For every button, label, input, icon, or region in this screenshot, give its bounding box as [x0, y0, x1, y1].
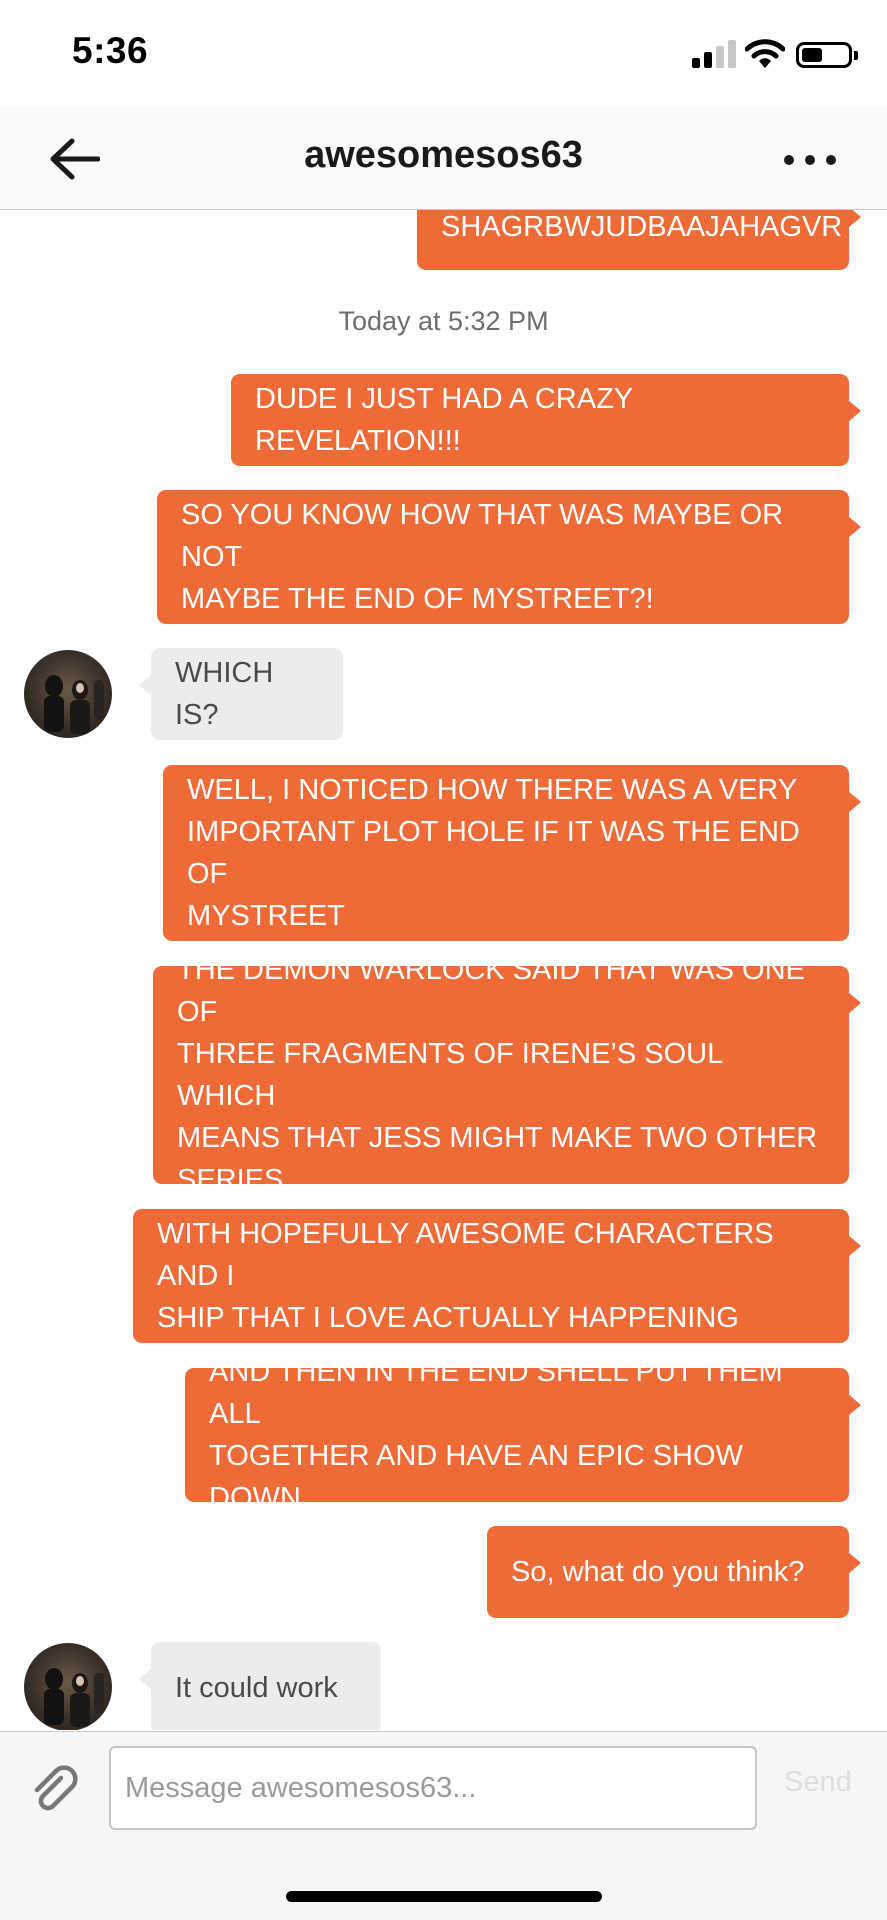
message-text: MAYBE THE END OF MYSTREET?!: [181, 583, 654, 615]
message-sent[interactable]: AND THEN IN THE END SHELL PUT THEM ALL T…: [185, 1356, 861, 1514]
message-text: AND THEN IN THE END SHELL PUT THEM ALL: [209, 1356, 783, 1430]
battery-level: [802, 48, 822, 62]
message-sent[interactable]: SO YOU KNOW HOW THAT WAS MAYBE OR NOT MA…: [157, 490, 861, 624]
message-text: DUDE I JUST HAD A CRAZY REVELATION!!!: [255, 383, 633, 457]
message-received[interactable]: WHICH IS?: [139, 648, 343, 740]
chat-screen: SHAGRBWJUDBAAJAHAGVR Today at 5:32 PM DU…: [0, 0, 887, 1920]
wifi-icon: [744, 38, 786, 70]
message-composer: Send: [0, 1731, 887, 1920]
message-text: SO YOU KNOW HOW THAT WAS MAYBE OR NOT: [181, 499, 784, 573]
message-list[interactable]: SHAGRBWJUDBAAJAHAGVR Today at 5:32 PM DU…: [0, 0, 887, 1730]
paperclip-icon: [34, 1765, 78, 1811]
message-received[interactable]: It could work: [139, 1642, 381, 1730]
message-text: WITH HOPEFULLY AWESOME CHARACTERS AND I: [157, 1218, 774, 1292]
conversation-title: awesomesos63: [304, 134, 583, 176]
status-bar: 5:36: [0, 0, 887, 106]
more-options-button[interactable]: [780, 140, 840, 180]
message-sent[interactable]: WITH HOPEFULLY AWESOME CHARACTERS AND I …: [133, 1209, 861, 1343]
message-text: WELL, I NOTICED HOW THERE WAS A VERY: [187, 774, 798, 806]
message-text: So, what do you think?: [511, 1556, 805, 1588]
message-text: MEANS THAT JESS MIGHT MAKE TWO OTHER: [177, 1122, 818, 1154]
message-sent[interactable]: THE DEMON WARLOCK SAID THAT WAS ONE OF T…: [153, 954, 861, 1196]
message-text: MYSTREET: [187, 900, 345, 932]
send-button[interactable]: Send: [784, 1766, 852, 1799]
message-sent[interactable]: DUDE I JUST HAD A CRAZY REVELATION!!!: [231, 374, 861, 466]
contact-avatar[interactable]: [24, 650, 112, 738]
message-input[interactable]: [109, 1746, 757, 1830]
message-text: SHAGRBWJUDBAAJAHAGVR: [441, 211, 843, 243]
message-sent[interactable]: So, what do you think?: [487, 1526, 861, 1618]
ellipsis-icon: [784, 155, 794, 165]
message-text: THREE FRAGMENTS OF IRENE’S SOUL WHICH: [177, 1038, 723, 1112]
message-text: It could work: [175, 1672, 338, 1704]
message-text: WHICH IS?: [175, 657, 274, 731]
message-sent[interactable]: WELL, I NOTICED HOW THERE WAS A VERY IMP…: [163, 765, 861, 941]
message-text: TOGETHER AND HAVE AN EPIC SHOW DOWN: [209, 1440, 743, 1514]
message-timestamp: Today at 5:32 PM: [338, 306, 549, 336]
status-time: 5:36: [72, 30, 149, 71]
message-text: THE DEMON WARLOCK SAID THAT WAS ONE OF: [177, 954, 805, 1028]
message-text: SERIES: [177, 1164, 284, 1196]
contact-avatar[interactable]: [24, 1643, 112, 1730]
cellular-signal-icon: [692, 40, 736, 68]
attach-button[interactable]: [28, 1764, 84, 1820]
battery-icon: [796, 42, 858, 68]
conversation-header: awesomesos63: [0, 106, 887, 210]
message-text: IMPORTANT PLOT HOLE IF IT WAS THE END OF: [187, 816, 800, 890]
home-indicator[interactable]: [286, 1891, 602, 1902]
message-text: SHIP THAT I LOVE ACTUALLY HAPPENING: [157, 1302, 739, 1334]
